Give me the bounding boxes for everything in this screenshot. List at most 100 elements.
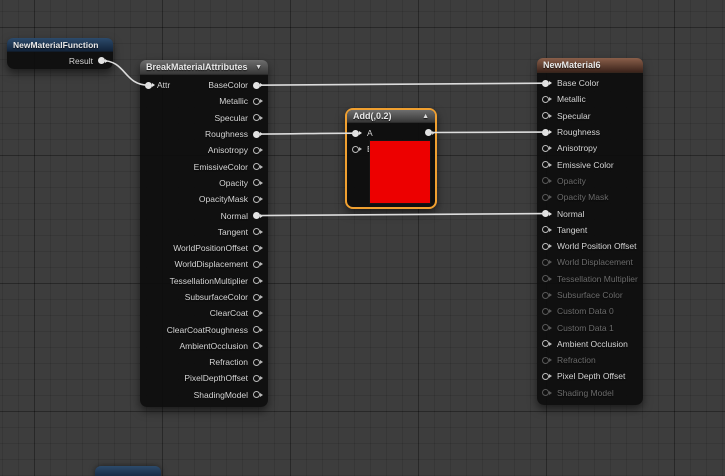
pin-label: Anisotropy [207,145,248,156]
pin-row: Anisotropy [537,140,643,156]
attr-input-pin[interactable] [145,81,155,89]
output-pin[interactable] [253,277,263,285]
pin-row: World Position Offset [537,238,643,254]
input-pin[interactable] [542,161,552,169]
input-pin[interactable] [542,112,552,120]
color-preview [369,140,431,204]
pin-label: Specular [214,112,248,123]
pin-row: Pixel Depth Offset [537,368,643,384]
pin-label: Tessellation Multiplier [557,273,638,284]
material-result-node[interactable]: NewMaterial6 Base Color Metallic Specula… [537,58,643,405]
pin-label: Anisotropy [557,143,598,154]
pin-row: Base Color [537,75,643,91]
input-pin[interactable] [542,340,552,348]
input-pin[interactable] [542,372,552,380]
node-header[interactable]: NewMaterial6 [537,58,643,73]
pin-label: Shading Model [557,387,614,398]
collapse-arrow-icon[interactable]: ▼ [255,64,262,71]
pin-label: Normal [557,208,585,219]
output-pin[interactable] [253,326,263,334]
pin-row: Specular [537,108,643,124]
pin-label: WorldDisplacement [174,259,248,270]
node-header[interactable]: BreakMaterialAttributes ▼ [140,60,268,75]
input-pin[interactable] [542,307,552,315]
input-pin[interactable] [542,193,552,201]
node-header[interactable]: NewMaterialFunction [7,38,113,52]
collapse-arrow-icon[interactable]: ▲ [422,113,429,120]
b-input-pin[interactable] [352,145,362,153]
output-pin[interactable] [253,163,263,171]
input-pin[interactable] [542,177,552,185]
pin-label: BaseColor [208,80,248,91]
node-header[interactable]: Add(,0.2) ▲ [347,110,435,123]
output-pin[interactable] [253,260,263,268]
pin-row: Attr [145,77,170,93]
pin-label: Metallic [557,94,586,105]
a-input-pin[interactable] [352,129,362,137]
output-pin[interactable] [253,114,263,122]
output-pin[interactable] [253,146,263,154]
pin-row: Custom Data 0 [537,303,643,319]
output-pin[interactable] [253,228,263,236]
pin-row: TessellationMultiplier [140,273,268,289]
pin-label: Base Color [557,78,600,89]
pin-row: Ambient Occlusion [537,336,643,352]
output-pin[interactable] [253,309,263,317]
add-node[interactable]: Add(,0.2) ▲ A B [345,108,437,209]
output-pin[interactable] [253,374,263,382]
input-pin[interactable] [542,242,552,250]
pin-row: Roughness [140,126,268,142]
pin-label: Attr [157,80,171,91]
input-pin[interactable] [542,356,552,364]
pin-label: ShadingModel [193,389,248,400]
pin-row: EmissiveColor [140,158,268,174]
output-pin[interactable] [253,391,263,399]
input-pin[interactable] [542,79,552,87]
output-pin[interactable] [253,195,263,203]
pin-row: WorldPositionOffset [140,240,268,256]
output-pin[interactable] [253,130,263,138]
output-pin[interactable] [253,97,263,105]
pin-label: Metallic [219,96,248,107]
output-pin[interactable] [253,179,263,187]
material-function-node[interactable]: NewMaterialFunction Result [7,38,113,69]
input-pin[interactable] [542,95,552,103]
node-title: Add(,0.2) [353,111,392,121]
break-material-attributes-node[interactable]: BreakMaterialAttributes ▼ Attr BaseColor… [140,60,268,407]
pin-row: Metallic [537,91,643,107]
pin-row: Anisotropy [140,142,268,158]
pin-label: Ambient Occlusion [557,338,628,349]
pin-label: Refraction [209,357,248,368]
pin-label: World Position Offset [557,241,637,252]
pin-row: Opacity [140,175,268,191]
pin-label: PixelDepthOffset [184,373,248,384]
pin-row: AmbientOcclusion [140,338,268,354]
output-pin[interactable] [253,358,263,366]
pin-row: Normal [537,205,643,221]
material-graph-canvas[interactable]: NewMaterialFunction Result BreakMaterial… [0,0,725,476]
input-pin[interactable] [542,291,552,299]
pin-label: ClearCoatRoughness [166,324,248,335]
input-pin[interactable] [542,226,552,234]
output-pin[interactable] [253,293,263,301]
pin-label: Roughness [204,129,248,140]
output-pin[interactable] [253,81,263,89]
input-pin[interactable] [542,210,552,218]
pin-label: AmbientOcclusion [179,340,248,351]
input-pin[interactable] [542,389,552,397]
output-pin[interactable] [253,212,263,220]
pin-row: Subsurface Color [537,287,643,303]
output-pin[interactable] [253,342,263,350]
result-output-pin[interactable] [98,57,108,64]
add-output-pin[interactable] [425,129,435,136]
input-pin[interactable] [542,324,552,332]
pin-row: OpacityMask [140,191,268,207]
input-pin[interactable] [542,128,552,136]
input-pin[interactable] [542,258,552,266]
pin-row: PixelDepthOffset [140,370,268,386]
pin-row: Refraction [140,354,268,370]
input-pin[interactable] [542,275,552,283]
partial-node-header[interactable] [95,466,161,476]
input-pin[interactable] [542,144,552,152]
output-pin[interactable] [253,244,263,252]
